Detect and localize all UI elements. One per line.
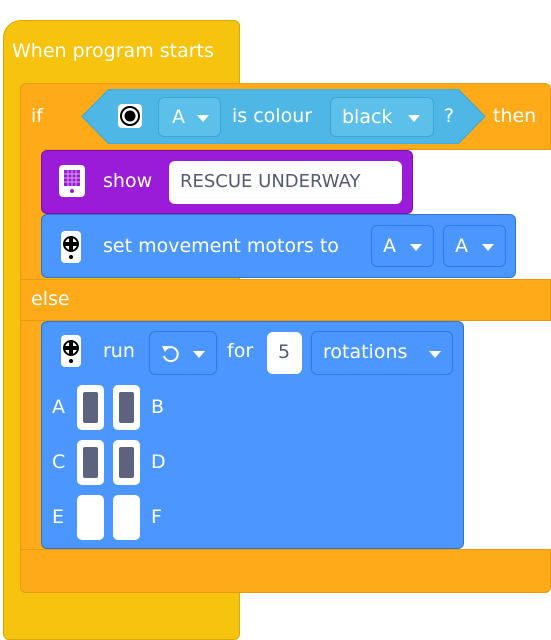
is-colour-label: is colour (232, 105, 313, 127)
sensor-port-dropdown[interactable]: A (158, 97, 221, 137)
color-sensor-icon (118, 104, 142, 128)
show-text-input[interactable]: RESCUE UNDERWAY (169, 161, 402, 204)
port-label-f: F (151, 506, 162, 528)
port-label-e: E (52, 506, 65, 528)
if-label: if (31, 105, 43, 127)
motor-port-2-value: A (455, 235, 468, 257)
chevron-down-icon (193, 351, 205, 358)
run-label: run (103, 340, 135, 362)
port-toggle-d[interactable] (113, 440, 140, 485)
unit-value: rotations (323, 341, 408, 363)
port-b-selected-indicator (119, 392, 134, 423)
if-block-bottom (20, 549, 551, 593)
for-label: for (227, 340, 254, 362)
show-label: show (103, 170, 153, 192)
motor-port-dropdown-1[interactable]: A (371, 225, 434, 267)
hat-label: When program starts (12, 40, 214, 62)
colour-dropdown[interactable]: black (330, 97, 434, 137)
amount-value: 5 (278, 341, 291, 363)
amount-input[interactable]: 5 (267, 332, 302, 374)
chevron-down-icon (482, 244, 494, 251)
port-toggle-f[interactable] (113, 495, 140, 540)
question-mark-label: ? (444, 105, 455, 127)
motor-icon (61, 231, 81, 263)
chevron-down-icon (410, 244, 422, 251)
set-movement-motors-label: set movement motors to (103, 235, 339, 257)
port-toggle-a[interactable] (77, 385, 104, 430)
sensor-port-value: A (172, 106, 185, 128)
else-bar[interactable] (20, 279, 551, 321)
port-label-d: D (151, 451, 166, 473)
port-d-selected-indicator (119, 447, 134, 478)
chevron-down-icon (429, 351, 441, 358)
show-text-value: RESCUE UNDERWAY (180, 171, 361, 192)
colour-value: black (342, 106, 393, 128)
light-matrix-icon (59, 165, 85, 197)
motor-port-dropdown-2[interactable]: A (443, 225, 506, 267)
else-label: else (31, 288, 70, 310)
port-toggle-e[interactable] (77, 495, 104, 540)
port-a-selected-indicator (83, 392, 98, 423)
direction-dropdown[interactable] (149, 331, 217, 375)
motor-port-1-value: A (383, 235, 396, 257)
port-toggle-b[interactable] (113, 385, 140, 430)
port-c-selected-indicator (83, 447, 98, 478)
then-label: then (493, 105, 537, 127)
chevron-down-icon (197, 115, 209, 122)
port-label-b: B (151, 396, 165, 418)
port-label-a: A (52, 396, 65, 418)
port-toggle-c[interactable] (77, 440, 104, 485)
rotate-counterclockwise-icon (162, 346, 179, 363)
chevron-down-icon (408, 115, 420, 122)
port-label-c: C (52, 451, 66, 473)
motor-icon (61, 335, 81, 367)
unit-dropdown[interactable]: rotations (311, 331, 453, 375)
